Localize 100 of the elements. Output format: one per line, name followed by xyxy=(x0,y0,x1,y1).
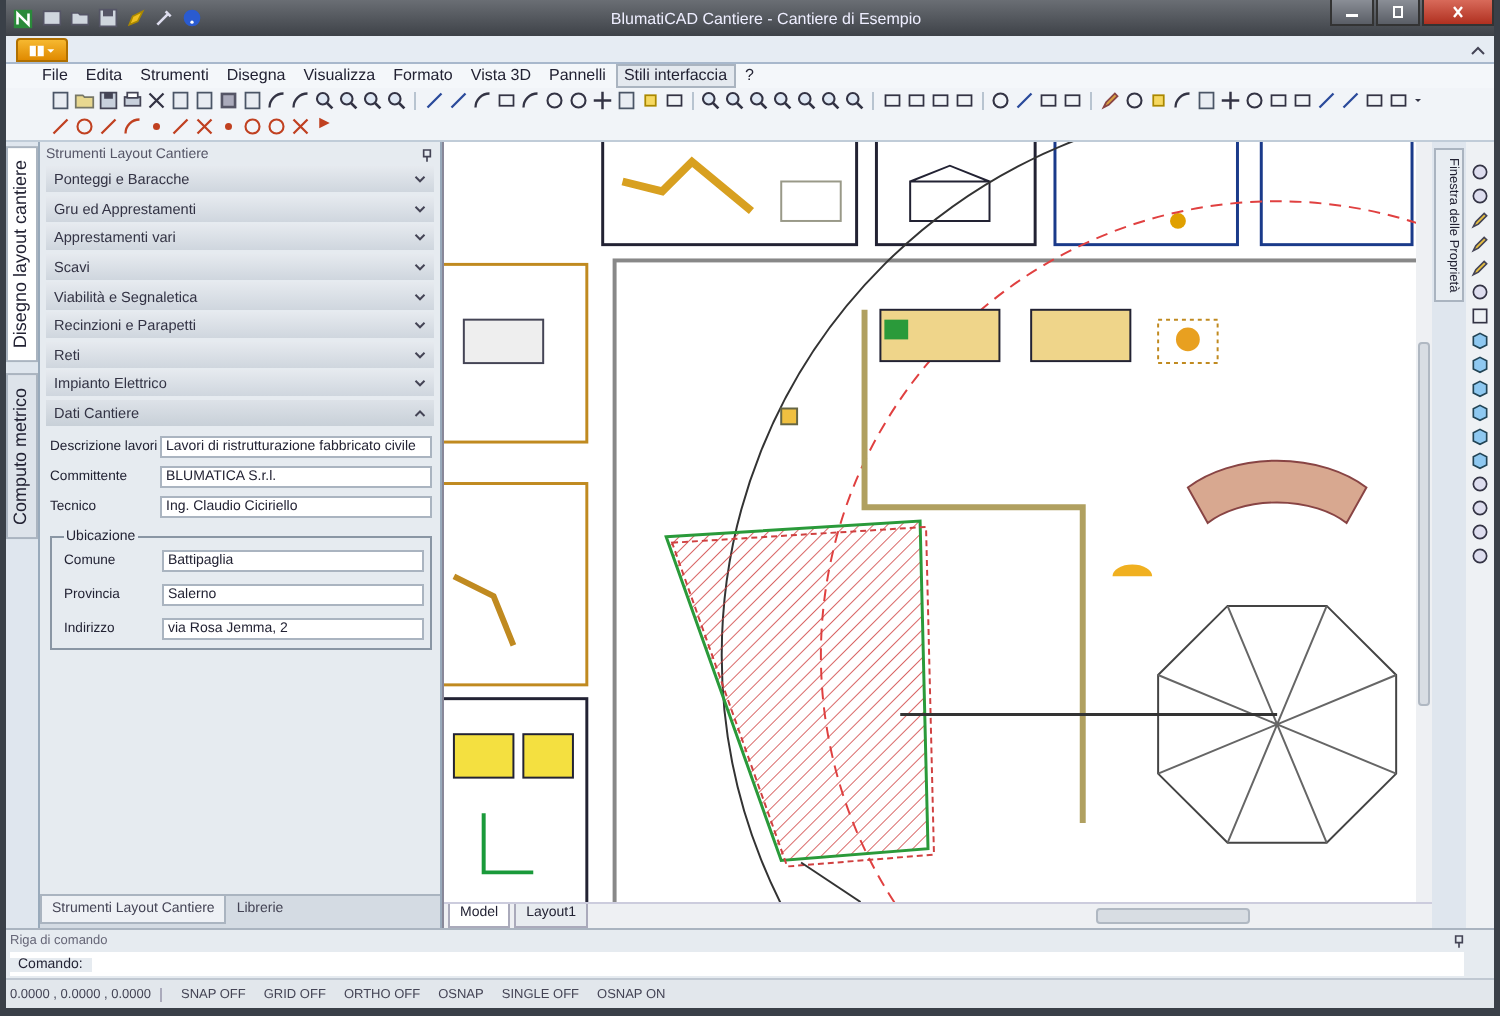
rectangle-icon[interactable] xyxy=(1267,90,1288,112)
pin-icon[interactable] xyxy=(422,147,432,161)
close-button[interactable] xyxy=(1422,0,1494,26)
folder-icon[interactable] xyxy=(74,90,95,112)
pin-icon[interactable] xyxy=(1454,934,1464,948)
arc-icon[interactable] xyxy=(290,90,311,112)
line-icon[interactable] xyxy=(1339,90,1360,112)
app-menu-button[interactable] xyxy=(16,38,68,62)
cad-drawing[interactable] xyxy=(444,142,1416,902)
document-icon[interactable] xyxy=(42,8,62,28)
folder-icon[interactable] xyxy=(70,8,90,28)
arc-icon[interactable] xyxy=(471,90,492,112)
document-icon[interactable] xyxy=(242,90,263,112)
rectangle-icon[interactable] xyxy=(1062,90,1083,112)
zoom-icon[interactable] xyxy=(362,90,383,112)
chevron-icon xyxy=(414,291,426,302)
circle-icon[interactable] xyxy=(567,90,588,112)
zoom-icon[interactable] xyxy=(724,90,745,112)
arc-icon[interactable] xyxy=(519,90,540,112)
chevron-icon xyxy=(414,174,426,185)
document-icon[interactable] xyxy=(1195,90,1216,112)
circle-icon[interactable] xyxy=(1470,498,1490,518)
chevron-icon xyxy=(414,349,426,360)
circle-icon[interactable] xyxy=(1470,474,1490,494)
document-icon[interactable] xyxy=(50,90,71,112)
menu-item[interactable]: Strumenti xyxy=(132,64,217,88)
side-tab[interactable]: Computo metrico xyxy=(6,374,38,540)
move-icon[interactable] xyxy=(1219,90,1240,112)
menu-item[interactable]: ? xyxy=(737,64,762,88)
circle-icon[interactable] xyxy=(1470,282,1490,302)
zoom-icon[interactable] xyxy=(386,90,407,112)
arc-icon[interactable] xyxy=(122,116,143,138)
circle-icon[interactable] xyxy=(543,90,564,112)
arc-icon[interactable] xyxy=(1171,90,1192,112)
chevron-icon xyxy=(414,203,426,214)
document-icon[interactable] xyxy=(170,90,191,112)
circle-icon[interactable] xyxy=(1123,90,1144,112)
circle-icon[interactable] xyxy=(1470,522,1490,542)
close-icon xyxy=(1448,6,1468,18)
menu-item[interactable]: Vista 3D xyxy=(462,64,539,88)
rectangle-icon[interactable] xyxy=(1387,90,1408,112)
help-icon[interactable] xyxy=(182,8,202,28)
rectangle-icon[interactable] xyxy=(1291,90,1312,112)
zoom-icon[interactable] xyxy=(820,90,841,112)
circle-icon[interactable] xyxy=(74,116,95,138)
arc-icon[interactable] xyxy=(266,90,287,112)
chevron-icon xyxy=(414,320,426,331)
chevron-icon xyxy=(414,378,426,389)
circle-icon[interactable] xyxy=(242,116,263,138)
rectangle-icon[interactable] xyxy=(929,90,950,112)
menu-item[interactable]: Edita xyxy=(77,64,131,88)
caret-icon[interactable] xyxy=(1470,44,1486,56)
circle-icon[interactable] xyxy=(990,90,1011,112)
menu-item[interactable]: Visualizza xyxy=(295,64,384,88)
line-icon[interactable] xyxy=(423,90,444,112)
zoom-icon[interactable] xyxy=(844,90,865,112)
zoom-icon[interactable] xyxy=(772,90,793,112)
chevron-icon xyxy=(414,261,426,272)
vertical-scrollbar[interactable] xyxy=(1416,142,1432,902)
document-icon[interactable] xyxy=(615,90,636,112)
circle-icon[interactable] xyxy=(266,116,287,138)
maximize-icon xyxy=(1388,6,1408,18)
minimize-button[interactable] xyxy=(1330,0,1374,26)
printer-icon[interactable] xyxy=(122,90,143,112)
circle-icon[interactable] xyxy=(1243,90,1264,112)
rectangle-icon[interactable] xyxy=(495,90,516,112)
rectangle-icon[interactable] xyxy=(1363,90,1384,112)
line-icon[interactable] xyxy=(1014,90,1035,112)
menu-item[interactable]: File xyxy=(34,64,76,88)
zoom-icon[interactable] xyxy=(748,90,769,112)
move-icon[interactable] xyxy=(591,90,612,112)
rectangle-icon[interactable] xyxy=(881,90,902,112)
rectangle-icon[interactable] xyxy=(1470,306,1490,326)
rectangle-icon[interactable] xyxy=(663,90,684,112)
circle-icon[interactable] xyxy=(1470,162,1490,182)
line-icon[interactable] xyxy=(1315,90,1336,112)
rectangle-icon[interactable] xyxy=(905,90,926,112)
window-title: BlumatiCAD Cantiere - Cantiere di Esempio xyxy=(608,9,924,27)
line-icon[interactable] xyxy=(447,90,468,112)
app-icon xyxy=(28,43,56,57)
zoom-icon[interactable] xyxy=(796,90,817,112)
document-icon[interactable] xyxy=(194,90,215,112)
side-tab[interactable]: Disegno layout cantiere xyxy=(6,146,38,363)
zoom-icon[interactable] xyxy=(700,90,721,112)
rectangle-icon[interactable] xyxy=(1038,90,1059,112)
menu-item[interactable]: Formato xyxy=(385,64,461,88)
rectangle-icon[interactable] xyxy=(953,90,974,112)
chevron-icon xyxy=(414,407,426,418)
zoom-icon[interactable] xyxy=(314,90,335,112)
zoom-icon[interactable] xyxy=(338,90,359,112)
line-icon[interactable] xyxy=(170,116,191,138)
circle-icon[interactable] xyxy=(1470,186,1490,206)
line-icon[interactable] xyxy=(50,116,71,138)
menu-item[interactable]: Stili interfaccia xyxy=(615,64,736,88)
logo-icon xyxy=(12,7,34,29)
menu-item[interactable]: Disegna xyxy=(218,64,294,88)
maximize-button[interactable] xyxy=(1376,0,1420,26)
circle-icon[interactable] xyxy=(1470,546,1490,566)
line-icon[interactable] xyxy=(98,116,119,138)
menu-item[interactable]: Pannelli xyxy=(540,64,614,88)
